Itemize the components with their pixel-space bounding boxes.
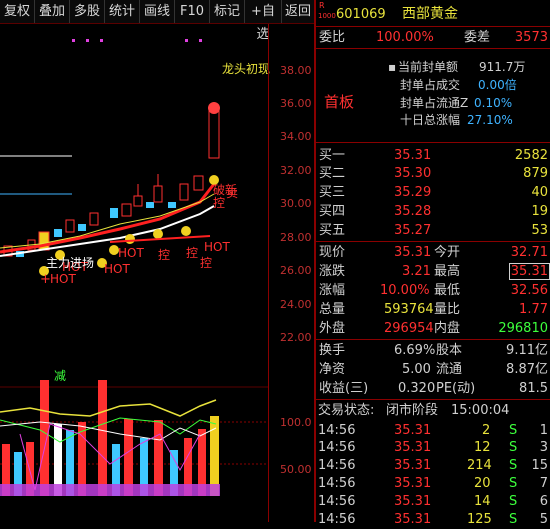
y-label: 26.00 <box>280 264 312 277</box>
reduce-label: 减 <box>54 369 67 383</box>
control-label-1: 控 <box>200 256 213 270</box>
quote-row: 涨幅 10.00% 最低 32.56 <box>319 283 548 298</box>
toolbar: 复权 叠加 多股 统计 画线 F10 标记 +自选 返回 <box>0 0 314 42</box>
limit-line-3: 十日总涨幅 27.10% <box>400 113 513 127</box>
overlay-button[interactable]: 叠加 <box>35 0 70 23</box>
control-label-3: 控 <box>186 246 199 260</box>
add-favorite-button[interactable]: +自选 <box>245 0 282 42</box>
ratio-label: 委比 <box>319 30 346 45</box>
trade-row: 14:56 35.31 20 S 7 <box>318 476 548 491</box>
stock-code: 601069 <box>336 7 386 22</box>
limit-line-1: 封单占成交 0.00倍 <box>400 78 517 92</box>
statistics-button[interactable]: 统计 <box>105 0 140 23</box>
stats-row: 净资 5.00 流通 8.87亿 <box>319 362 548 377</box>
divider <box>316 399 550 400</box>
restore-rights-button[interactable]: 复权 <box>0 0 35 23</box>
plus-marker-icon: + <box>40 272 51 287</box>
hot-label-3: HOT <box>104 262 130 276</box>
y-label: 22.00 <box>280 331 312 344</box>
market-flag: R <box>319 1 325 10</box>
market-code: 1000 <box>318 12 336 20</box>
divider <box>316 26 550 27</box>
divider <box>316 48 550 49</box>
quote-row: 总量 593764 量比 1.77 <box>319 302 548 317</box>
volume-bars <box>0 380 220 496</box>
vol-label: 100.0 <box>280 416 312 429</box>
y-label: 30.00 <box>280 197 312 210</box>
stats-row: 换手 6.69% 股本 9.11亿 <box>319 343 548 358</box>
trade-row: 14:56 35.31 12 S 3 <box>318 440 548 455</box>
control-label-2: 控 <box>158 248 171 262</box>
leader-label: 龙头初现 <box>222 62 271 76</box>
quote-row: 现价 35.31 今开 32.71 <box>319 245 548 260</box>
ratio-row: 委比 100.00% 委差 3573 <box>316 28 550 47</box>
break-control-label: 破新控 <box>213 183 238 210</box>
stats-row: 收益(三) 0.320 PE(动) 81.5 <box>319 381 548 396</box>
f10-button[interactable]: F10 <box>175 0 210 23</box>
kline-chart[interactable]: 龙头初现 卖 破新控 HOT 控 控 控 HOT HOT HOT HOT 主力进… <box>0 24 314 522</box>
trade-row: 14:56 35.31 14 S 6 <box>318 494 548 509</box>
hot-label-2: HOT <box>118 246 144 260</box>
multi-stock-button[interactable]: 多股 <box>70 0 105 23</box>
bid-row[interactable]: 买二 35.30 879 <box>316 164 550 183</box>
quote-row: 外盘 296954 内盘 296810 <box>319 321 548 336</box>
limit-line-0: ▪ 当前封单额 911.7万 <box>388 60 526 74</box>
bid-row[interactable]: 买四 35.28 19 <box>316 202 550 221</box>
hot-label-5: HOT <box>50 272 76 286</box>
y-label: 34.00 <box>280 130 312 143</box>
stock-header: R 1000 601069 西部黄金 <box>316 1 550 24</box>
quote-panel: R 1000 601069 西部黄金 委比 100.00% 委差 3573 首板… <box>316 0 550 527</box>
bid-row[interactable]: 买三 35.29 40 <box>316 183 550 202</box>
y-label: 24.00 <box>280 298 312 311</box>
y-label: 36.00 <box>280 97 312 110</box>
diff-value: 3573 <box>514 30 548 45</box>
divider <box>316 142 550 143</box>
trade-status: 交易状态: 闭市阶段 15:00:04 <box>318 403 510 418</box>
mark-button[interactable]: 标记 <box>210 0 245 23</box>
ratio-value: 100.00% <box>376 30 434 45</box>
trade-row: 14:56 35.31 125 S 5 <box>318 512 548 527</box>
draw-line-button[interactable]: 画线 <box>140 0 175 23</box>
y-label: 28.00 <box>280 231 312 244</box>
diff-label: 委差 <box>464 30 491 45</box>
vol-label: 50.00 <box>280 463 312 476</box>
divider <box>316 339 550 340</box>
main-enter-label: 主力进场 <box>46 256 95 270</box>
stock-name: 西部黄金 <box>402 6 458 22</box>
bid-row[interactable]: 买五 35.27 53 <box>316 221 550 240</box>
divider <box>316 241 550 242</box>
y-label: 38.00 <box>280 64 312 77</box>
y-label: 32.00 <box>280 164 312 177</box>
price-axis-line <box>268 24 269 522</box>
bid-row[interactable]: 买一 35.31 2582 <box>316 146 550 165</box>
hot-label-1: HOT <box>204 240 230 254</box>
quote-row: 涨跌 3.21 最高 35.31 <box>319 263 550 280</box>
trade-row: 14:56 35.31 214 S 15 <box>318 458 548 473</box>
back-button[interactable]: 返回 <box>282 0 314 23</box>
